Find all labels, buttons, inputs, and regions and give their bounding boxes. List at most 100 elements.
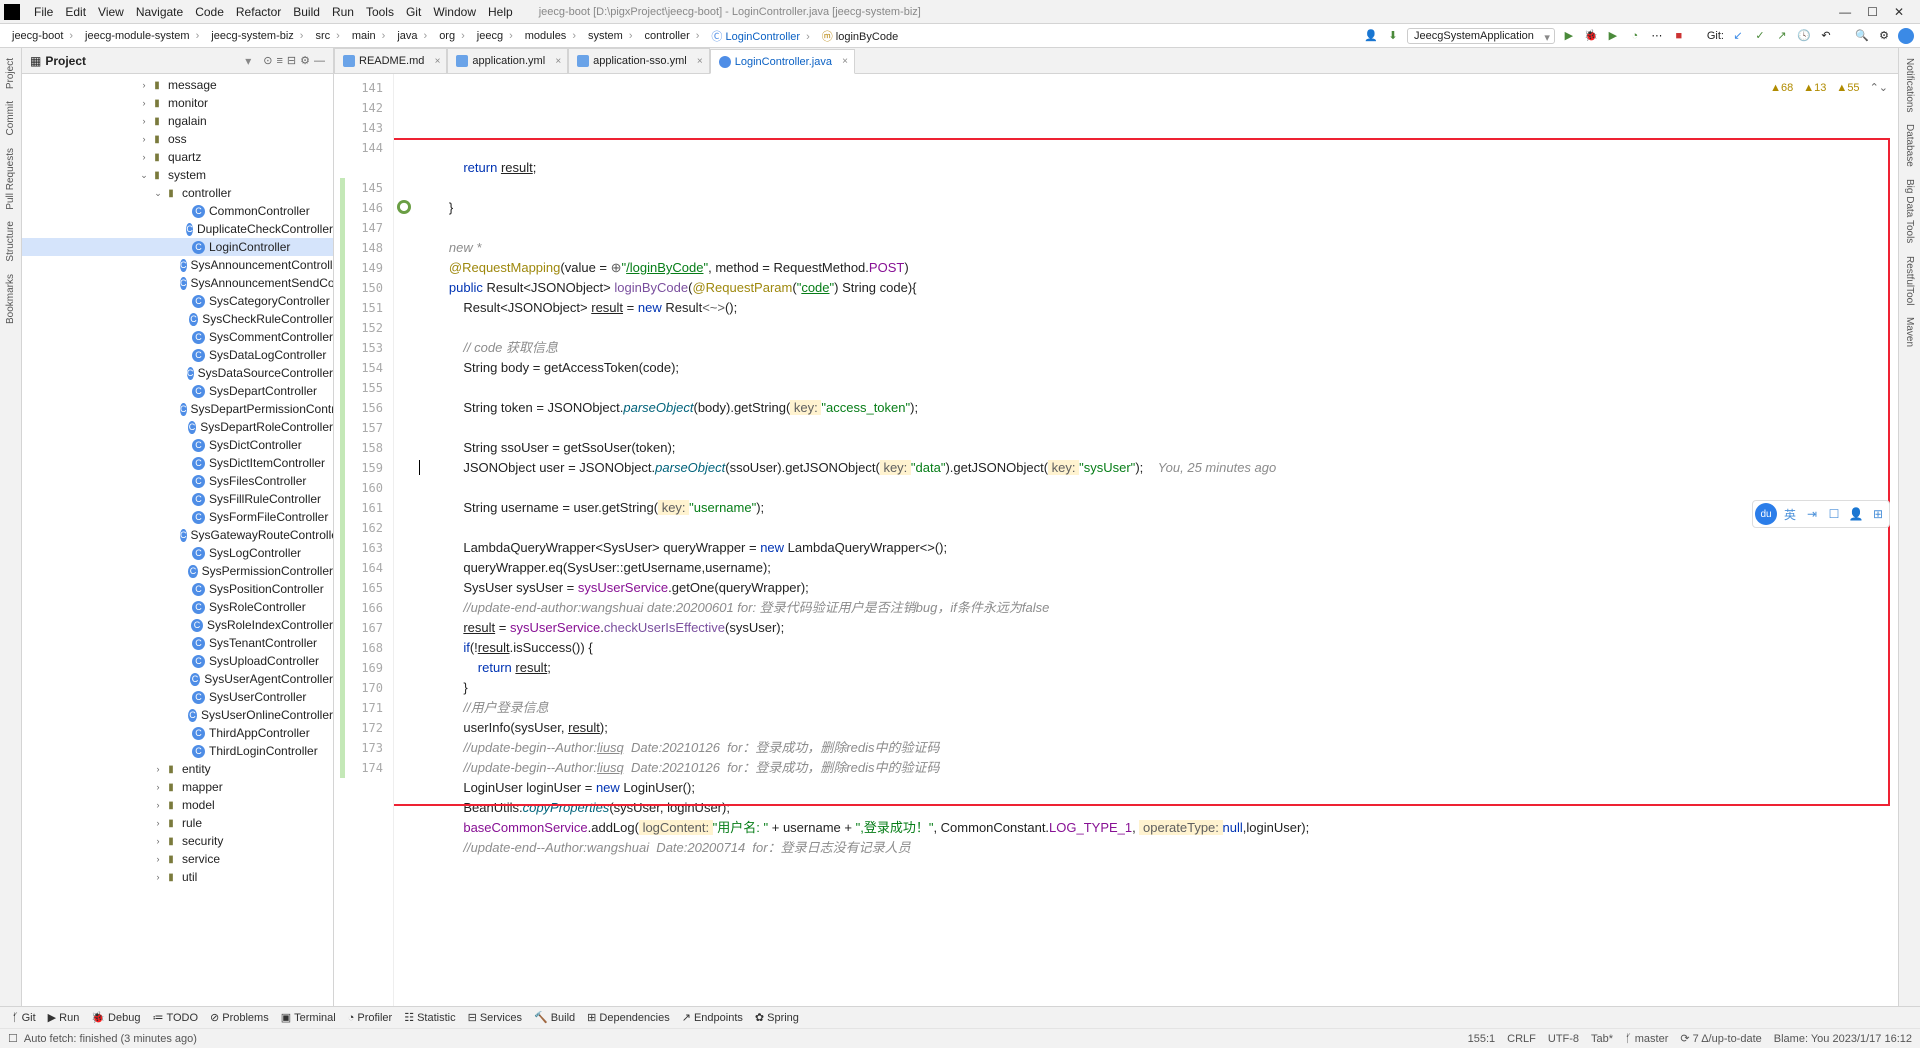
code-line[interactable] <box>420 218 1898 238</box>
editor-tab[interactable]: application.yml× <box>447 48 568 73</box>
settings-icon[interactable]: ⚙ <box>1876 28 1892 44</box>
tree-node[interactable]: ›▮security <box>22 832 333 850</box>
debug-icon[interactable]: 🐞 <box>1583 28 1599 44</box>
breadcrumb-seg[interactable]: jeecg-system-biz <box>205 30 309 42</box>
rail-restfultool[interactable]: RestfulTool <box>1902 250 1917 311</box>
tree-node[interactable]: CSysDataSourceController <box>22 364 333 382</box>
tree-node[interactable]: CThirdLoginController <box>22 742 333 760</box>
tree-node[interactable]: CSysFillRuleController <box>22 490 333 508</box>
code-line[interactable]: //用户登录信息 <box>420 698 1898 718</box>
tree-node[interactable]: ›▮monitor <box>22 94 333 112</box>
code-line[interactable]: @RequestMapping(value = ⊕"/loginByCode",… <box>420 258 1898 278</box>
tool-endpoints[interactable]: ↗Endpoints <box>676 1011 749 1024</box>
breadcrumb-seg[interactable]: Ⓒ LoginController <box>705 28 815 44</box>
git-commit-icon[interactable]: ✓ <box>1752 28 1768 44</box>
code-line[interactable]: String ssoUser = getSsoUser(token); <box>420 438 1898 458</box>
tree-node[interactable]: CLoginController <box>22 238 333 256</box>
expand-all-icon[interactable]: ≡ <box>276 55 282 67</box>
tree-node[interactable]: ›▮oss <box>22 130 333 148</box>
code-line[interactable]: return result; <box>420 658 1898 678</box>
assistant-widget[interactable]: du 英 ⇥ ☐ 👤 ⊞ <box>1752 500 1890 528</box>
tree-node[interactable]: ›▮mapper <box>22 778 333 796</box>
tool-git[interactable]: ᚶGit <box>6 1012 42 1024</box>
breadcrumb-seg[interactable]: modules <box>519 30 582 42</box>
tree-node[interactable]: CSysDepartPermissionController <box>22 400 333 418</box>
tree-node[interactable]: CDuplicateCheckController <box>22 220 333 238</box>
tree-node[interactable]: CSysFormFileController <box>22 508 333 526</box>
tool-statistic[interactable]: ☷Statistic <box>398 1011 461 1024</box>
tree-node[interactable]: ›▮model <box>22 796 333 814</box>
code-line[interactable]: } <box>420 678 1898 698</box>
menu-view[interactable]: View <box>92 5 130 19</box>
breadcrumb-seg[interactable]: java <box>391 30 433 42</box>
inspections-widget[interactable]: ▲68 ▲13 ▲55 ⌃⌄ <box>1770 78 1888 98</box>
tree-node[interactable]: CSysRoleIndexController <box>22 616 333 634</box>
breadcrumb-seg[interactable]: org <box>433 30 471 42</box>
collapse-all-icon[interactable]: ⊟ <box>287 54 296 67</box>
float-icon-2[interactable]: ☐ <box>1825 505 1843 523</box>
tree-node[interactable]: CSysPositionController <box>22 580 333 598</box>
tree-node[interactable]: CSysAnnouncementSendController <box>22 274 333 292</box>
tool-profiler[interactable]: ◔Profiler <box>342 1012 399 1024</box>
code-line[interactable]: queryWrapper.eq(SysUser::getUsername,use… <box>420 558 1898 578</box>
build-icon[interactable]: ⬇ <box>1385 28 1401 44</box>
rail-database[interactable]: Database <box>1902 118 1917 173</box>
tree-node[interactable]: CSysGatewayRouteController <box>22 526 333 544</box>
breadcrumb-seg[interactable]: main <box>346 30 392 42</box>
tool-debug[interactable]: 🐞Debug <box>85 1011 146 1024</box>
rail-commit[interactable]: Commit <box>3 95 18 141</box>
editor-tab[interactable]: LoginController.java× <box>710 49 855 74</box>
tab-close-icon[interactable]: × <box>555 56 561 67</box>
tree-node[interactable]: CSysDictItemController <box>22 454 333 472</box>
tool-services[interactable]: ⊟Services <box>462 1011 528 1024</box>
close-icon[interactable]: ✕ <box>1894 5 1904 19</box>
tree-node[interactable]: CThirdAppController <box>22 724 333 742</box>
tree-node[interactable]: CSysTenantController <box>22 634 333 652</box>
select-opened-icon[interactable]: ⊙ <box>263 54 272 67</box>
minimize-icon[interactable]: — <box>1839 5 1851 19</box>
user-icon[interactable]: 👤 <box>1363 28 1379 44</box>
breadcrumb-seg[interactable]: controller <box>639 30 706 42</box>
git-history-icon[interactable]: 🕓 <box>1796 28 1812 44</box>
tool-todo[interactable]: ≔TODO <box>146 1011 204 1024</box>
tree-node[interactable]: CSysUploadController <box>22 652 333 670</box>
tree-node[interactable]: ›▮message <box>22 76 333 94</box>
run-config-selector[interactable]: JeecgSystemApplication ▾ <box>1407 28 1555 44</box>
baidu-icon[interactable]: du <box>1755 503 1777 525</box>
rail-pull-requests[interactable]: Pull Requests <box>3 142 18 216</box>
tree-node[interactable]: CSysDepartController <box>22 382 333 400</box>
code-line[interactable]: //update-end-author:wangshuai date:20200… <box>420 598 1898 618</box>
breadcrumb-seg[interactable]: ⓜ loginByCode <box>816 28 910 44</box>
menu-refactor[interactable]: Refactor <box>230 5 287 19</box>
menu-navigate[interactable]: Navigate <box>130 5 189 19</box>
tool-run[interactable]: ▶Run <box>42 1011 86 1024</box>
float-icon-3[interactable]: 👤 <box>1847 505 1865 523</box>
tab-close-icon[interactable]: × <box>697 56 703 67</box>
code-line[interactable]: // code 获取信息 <box>420 338 1898 358</box>
code-line[interactable]: return result; <box>420 158 1898 178</box>
code-line[interactable]: BeanUtils.copyProperties(sysUser, loginU… <box>420 798 1898 818</box>
code-line[interactable]: //update-end--Author:wangshuai Date:2020… <box>420 838 1898 858</box>
menu-file[interactable]: File <box>28 5 59 19</box>
breadcrumb-seg[interactable]: src <box>309 30 345 42</box>
tree-node[interactable]: CCommonController <box>22 202 333 220</box>
tool-build[interactable]: 🔨Build <box>528 1011 581 1024</box>
tree-node[interactable]: ⌄▮system <box>22 166 333 184</box>
rail-maven[interactable]: Maven <box>1902 311 1917 353</box>
menu-run[interactable]: Run <box>326 5 360 19</box>
code-line[interactable]: LambdaQueryWrapper<SysUser> queryWrapper… <box>420 538 1898 558</box>
git-branch[interactable]: ᚶ master <box>1625 1033 1668 1045</box>
code-line[interactable] <box>420 318 1898 338</box>
avatar-icon[interactable] <box>1898 28 1914 44</box>
maximize-icon[interactable]: ☐ <box>1867 5 1878 19</box>
code-line[interactable]: if(!result.isSuccess()) { <box>420 638 1898 658</box>
editor-tab[interactable]: README.md× <box>334 48 447 73</box>
tree-node[interactable]: CSysCategoryController <box>22 292 333 310</box>
float-icon-4[interactable]: ⊞ <box>1869 505 1887 523</box>
menu-window[interactable]: Window <box>427 5 482 19</box>
caret-position[interactable]: 155:1 <box>1468 1033 1496 1045</box>
float-icon-1[interactable]: ⇥ <box>1803 505 1821 523</box>
code-line[interactable]: new * <box>420 238 1898 258</box>
settings-gear-icon[interactable]: ⚙ <box>300 54 310 67</box>
menu-edit[interactable]: Edit <box>59 5 92 19</box>
